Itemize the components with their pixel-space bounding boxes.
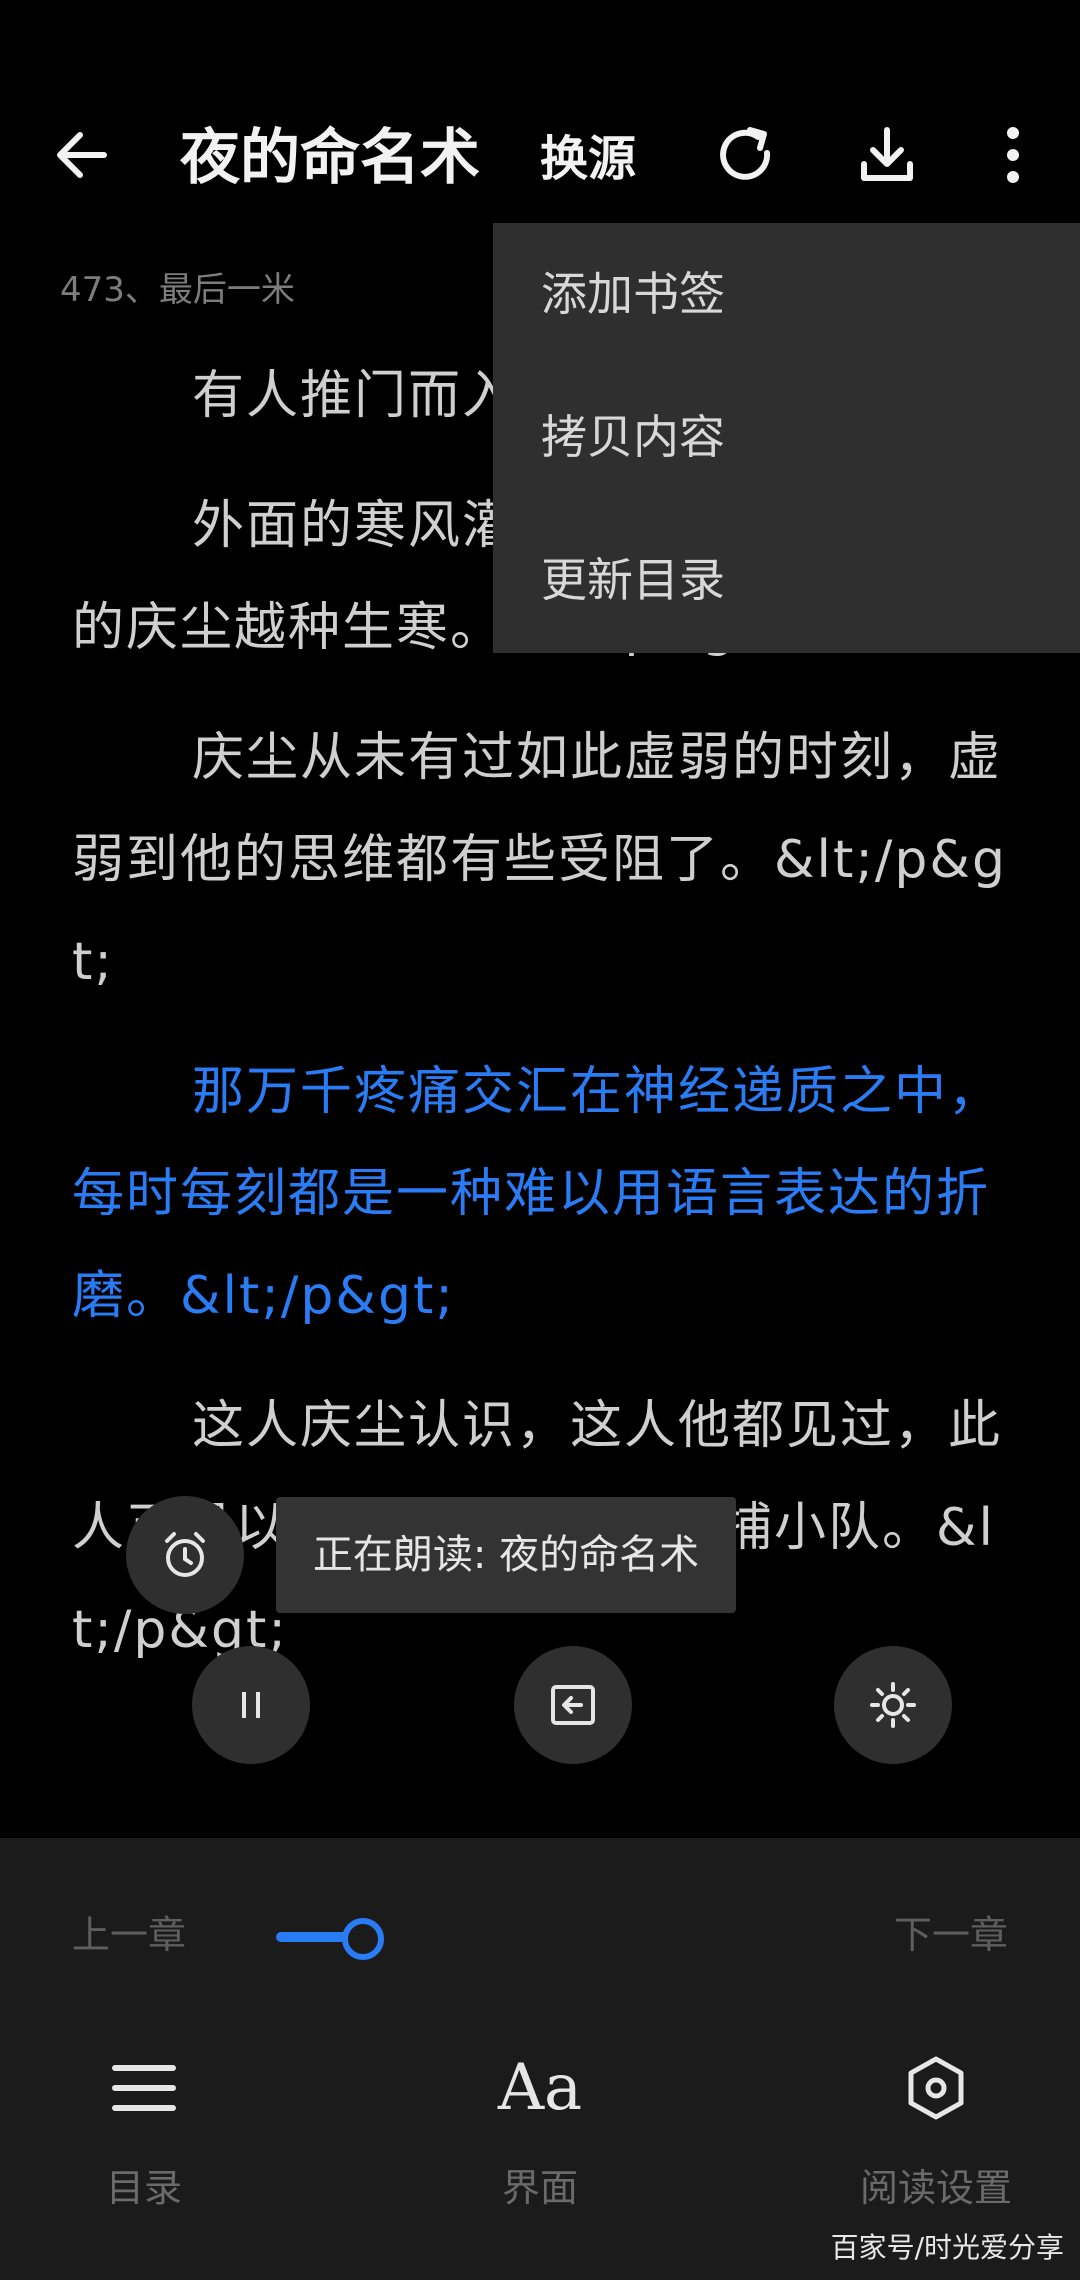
next-chapter-button[interactable]: 下一章 bbox=[894, 1910, 1008, 1960]
exit-reading-button[interactable] bbox=[514, 1646, 632, 1764]
paragraph-being-read: 那万千疼痛交汇在神经递质之中，每时每刻都是一种难以用语言表达的折磨。&lt;/p… bbox=[72, 1062, 1003, 1326]
chapter-title: 473、最后一米 bbox=[60, 270, 295, 310]
download-button[interactable] bbox=[852, 120, 922, 190]
more-vertical-icon bbox=[1007, 127, 1019, 183]
reading-settings-button[interactable]: 阅读设置 bbox=[816, 2048, 1056, 2212]
change-source-button[interactable]: 换源 bbox=[540, 124, 636, 194]
chapter-progress-thumb[interactable] bbox=[342, 1918, 384, 1960]
settings-hexagon-icon bbox=[908, 2056, 964, 2120]
alarm-clock-icon bbox=[165, 1532, 205, 1577]
paragraph: 庆尘从未有过如此虚弱的时刻，虚弱到他的思维都有些受阻了。&lt;/p&gt; bbox=[72, 728, 1007, 992]
overflow-menu: 添加书签 拷贝内容 更新目录 bbox=[493, 223, 1080, 653]
watermark: 百家号/时光爱分享 bbox=[830, 2231, 1064, 2264]
menu-list-icon bbox=[112, 2065, 176, 2111]
pause-icon bbox=[242, 1692, 260, 1718]
back-button[interactable] bbox=[48, 120, 118, 190]
menu-item-add-bookmark[interactable]: 添加书签 bbox=[493, 223, 1080, 366]
book-title: 夜的命名术 bbox=[180, 123, 480, 193]
reader-screen: 夜的命名术 换源 473、最后一米 有人推门而入， 外面的寒风灌了进来，让 bbox=[0, 0, 1080, 2280]
brightness-button[interactable] bbox=[834, 1646, 952, 1764]
pause-button[interactable] bbox=[192, 1646, 310, 1764]
prev-chapter-button[interactable]: 上一章 bbox=[72, 1910, 186, 1960]
interface-label: 界面 bbox=[501, 2166, 578, 2210]
tts-status-toast: 正在朗读: 夜的命名术 bbox=[276, 1497, 736, 1613]
font-size-icon: Aa bbox=[497, 2051, 583, 2125]
more-options-button[interactable] bbox=[978, 120, 1048, 190]
top-app-bar: 夜的命名术 换源 bbox=[0, 80, 1080, 230]
arrow-left-icon bbox=[57, 132, 107, 178]
sleep-timer-button[interactable] bbox=[126, 1496, 244, 1614]
exit-reading-icon bbox=[551, 1685, 595, 1725]
reading-settings-label: 阅读设置 bbox=[859, 2166, 1012, 2210]
brightness-icon bbox=[870, 1682, 916, 1728]
download-icon bbox=[861, 127, 913, 181]
interface-button[interactable]: Aa 界面 bbox=[420, 2048, 660, 2212]
menu-item-copy-content[interactable]: 拷贝内容 bbox=[493, 366, 1080, 509]
toc-label: 目录 bbox=[105, 2166, 182, 2210]
refresh-button[interactable] bbox=[710, 120, 780, 190]
bottom-control-panel: 上一章 下一章 目录 Aa 界面 阅读设置 百家号/时光爱分享 bbox=[0, 1838, 1080, 2280]
menu-item-update-toc[interactable]: 更新目录 bbox=[493, 509, 1080, 652]
refresh-icon bbox=[720, 127, 771, 180]
toc-button[interactable]: 目录 bbox=[24, 2048, 264, 2212]
